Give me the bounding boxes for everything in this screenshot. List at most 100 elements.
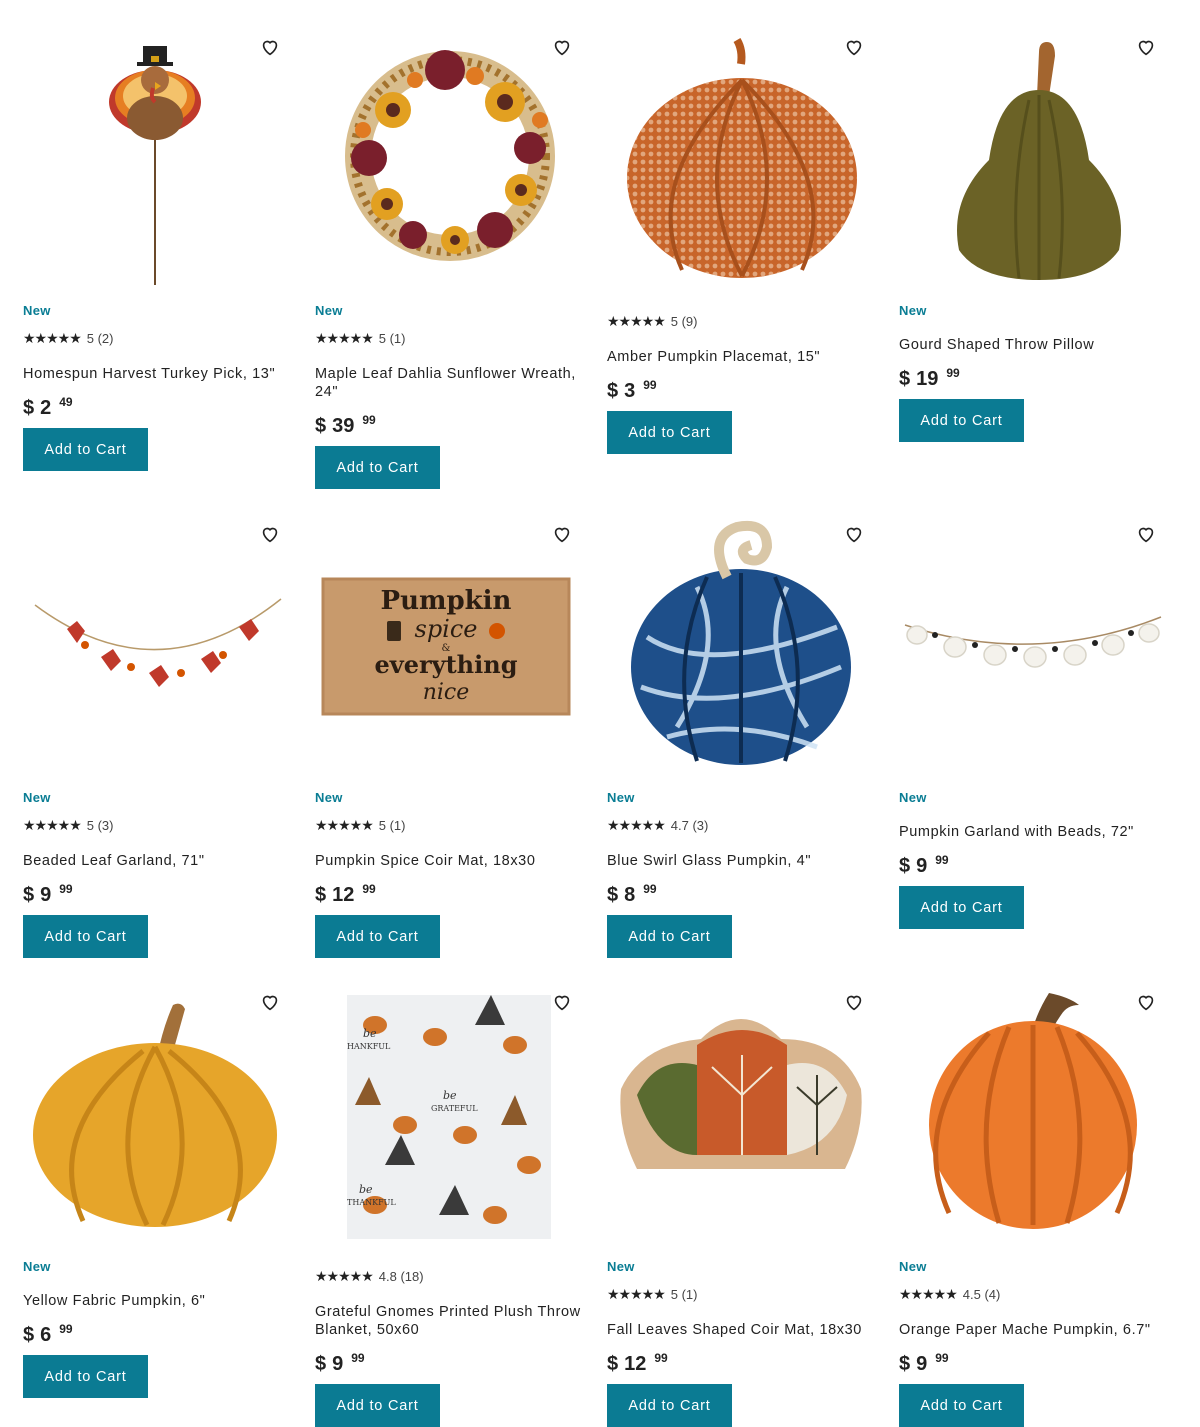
- heart-icon[interactable]: [259, 991, 281, 1013]
- product-image-leaf-garland[interactable]: [23, 517, 293, 787]
- rating-count: 5 (3): [86, 818, 114, 833]
- rating-count: 5 (1): [378, 331, 406, 346]
- product-title[interactable]: Amber Pumpkin Placemat, 15": [607, 348, 877, 366]
- product-price: $9 99: [23, 876, 293, 906]
- price-currency: $: [607, 1353, 619, 1375]
- product-image-paper-mache-pumpkin[interactable]: [899, 985, 1169, 1255]
- new-badge: New: [899, 1259, 927, 1274]
- price-currency: $: [315, 1353, 327, 1375]
- rating: ★★★★★ 4.7 (3): [607, 817, 877, 835]
- product-image-pumpkin-garland[interactable]: [899, 517, 1169, 787]
- product-title[interactable]: Yellow Fabric Pumpkin, 6": [23, 1292, 293, 1310]
- product-title[interactable]: Homespun Harvest Turkey Pick, 13": [23, 365, 293, 383]
- product-title[interactable]: Fall Leaves Shaped Coir Mat, 18x30: [607, 1321, 877, 1339]
- add-to-cart-button[interactable]: Add to Cart: [315, 915, 440, 958]
- price-dollars: 19: [916, 368, 939, 390]
- mat-text-line-1: Pumpkin: [381, 586, 512, 616]
- price-cents: 99: [654, 1351, 668, 1365]
- heart-icon[interactable]: [1135, 36, 1157, 58]
- heart-icon[interactable]: [551, 991, 573, 1013]
- price-cents: 99: [946, 366, 960, 380]
- price-cents: 99: [362, 882, 376, 896]
- price-cents: 99: [351, 1351, 365, 1365]
- product-title[interactable]: Pumpkin Spice Coir Mat, 18x30: [315, 852, 585, 870]
- heart-icon[interactable]: [1135, 523, 1157, 545]
- product-title[interactable]: Maple Leaf Dahlia Sunflower Wreath, 24": [315, 365, 585, 401]
- product-image-gnome-blanket[interactable]: be HANKFUL be GRATEFUL be THANKFUL: [315, 985, 585, 1255]
- product-title[interactable]: Beaded Leaf Garland, 71": [23, 852, 293, 870]
- product-price: $3 99: [607, 372, 877, 402]
- product-title[interactable]: Gourd Shaped Throw Pillow: [899, 336, 1169, 354]
- new-badge: New: [607, 790, 635, 805]
- add-to-cart-button[interactable]: Add to Cart: [23, 915, 148, 958]
- rating-count: 5 (2): [86, 331, 114, 346]
- blanket-text-3: be: [443, 1089, 457, 1102]
- add-to-cart-button[interactable]: Add to Cart: [23, 428, 148, 471]
- blanket-text-5: be: [359, 1183, 373, 1196]
- product-image-leaves-mat[interactable]: [607, 985, 877, 1255]
- blanket-text-1: be: [363, 1027, 377, 1040]
- product-image-pumpkin-placemat[interactable]: [607, 30, 877, 300]
- add-to-cart-button[interactable]: Add to Cart: [899, 1384, 1024, 1427]
- price-currency: $: [899, 368, 911, 390]
- mat-text-line-5: nice: [423, 680, 470, 705]
- add-to-cart-button[interactable]: Add to Cart: [315, 446, 440, 489]
- heart-icon[interactable]: [551, 36, 573, 58]
- price-currency: $: [315, 884, 327, 906]
- heart-icon[interactable]: [1135, 991, 1157, 1013]
- product-image-coir-mat[interactable]: Pumpkin spice & everything nice: [315, 517, 585, 787]
- add-to-cart-button[interactable]: Add to Cart: [607, 915, 732, 958]
- star-rating-icon: ★★★★★: [23, 331, 82, 347]
- price-currency: $: [315, 415, 327, 437]
- blanket-text-6: THANKFUL: [347, 1198, 396, 1207]
- product-image-gourd-pillow[interactable]: [899, 30, 1169, 300]
- rating: ★★★★★ 5 (2): [23, 330, 293, 348]
- product-image-wreath[interactable]: [315, 30, 585, 300]
- product-image-turkey-pick[interactable]: [23, 30, 293, 300]
- add-to-cart-button[interactable]: Add to Cart: [607, 1384, 732, 1427]
- star-rating-icon: ★★★★★: [607, 314, 666, 330]
- product-image-fabric-pumpkin[interactable]: [23, 985, 293, 1255]
- add-to-cart-button[interactable]: Add to Cart: [899, 886, 1024, 929]
- price-currency: $: [23, 884, 35, 906]
- product-price: $9 99: [899, 1345, 1169, 1375]
- heart-icon[interactable]: [259, 36, 281, 58]
- product-image-glass-pumpkin[interactable]: [607, 517, 877, 787]
- rating-count: 4.7 (3): [670, 818, 709, 833]
- price-dollars: 9: [332, 1353, 344, 1375]
- heart-icon[interactable]: [843, 523, 865, 545]
- rating: ★★★★★ 5 (9): [607, 313, 877, 331]
- price-dollars: 12: [332, 884, 355, 906]
- price-dollars: 12: [624, 1353, 647, 1375]
- heart-icon[interactable]: [843, 36, 865, 58]
- price-cents: 99: [643, 378, 657, 392]
- mat-text-line-2: spice: [415, 615, 478, 643]
- add-to-cart-button[interactable]: Add to Cart: [23, 1355, 148, 1398]
- price-currency: $: [23, 397, 35, 419]
- price-cents: 49: [59, 395, 73, 409]
- star-rating-icon: ★★★★★: [315, 818, 374, 834]
- price-dollars: 39: [332, 415, 355, 437]
- add-to-cart-button[interactable]: Add to Cart: [315, 1384, 440, 1427]
- product-price: $9 99: [899, 847, 1169, 877]
- price-dollars: 6: [40, 1324, 52, 1346]
- product-title[interactable]: Grateful Gnomes Printed Plush Throw Blan…: [315, 1303, 585, 1339]
- product-title[interactable]: Orange Paper Mache Pumpkin, 6.7": [899, 1321, 1169, 1339]
- add-to-cart-button[interactable]: Add to Cart: [899, 399, 1024, 442]
- new-badge: New: [23, 1259, 51, 1274]
- product-title[interactable]: Blue Swirl Glass Pumpkin, 4": [607, 852, 877, 870]
- rating: ★★★★★ 5 (1): [607, 1286, 877, 1304]
- price-dollars: 9: [916, 1353, 928, 1375]
- star-rating-icon: ★★★★★: [607, 1287, 666, 1303]
- heart-icon[interactable]: [259, 523, 281, 545]
- add-to-cart-button[interactable]: Add to Cart: [607, 411, 732, 454]
- star-rating-icon: ★★★★★: [23, 818, 82, 834]
- product-title[interactable]: Pumpkin Garland with Beads, 72": [899, 823, 1169, 841]
- heart-icon[interactable]: [843, 991, 865, 1013]
- star-rating-icon: ★★★★★: [315, 331, 374, 347]
- rating: ★★★★★ 4.8 (18): [315, 1268, 585, 1286]
- heart-icon[interactable]: [551, 523, 573, 545]
- product-price: $9 99: [315, 1345, 585, 1375]
- blanket-text-4: GRATEFUL: [431, 1104, 478, 1113]
- product-price: $19 99: [899, 360, 1169, 390]
